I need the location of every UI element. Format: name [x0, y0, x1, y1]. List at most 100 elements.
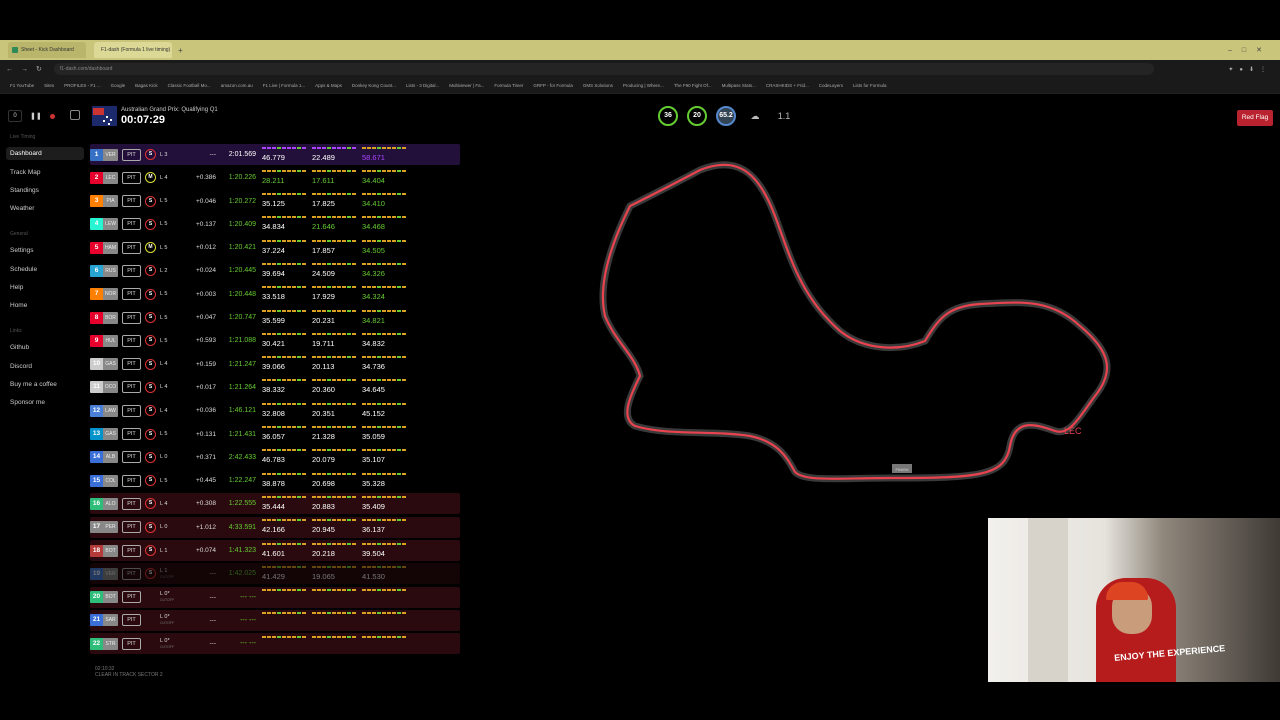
sidebar-item-dashboard[interactable]: Dashboard [6, 147, 84, 160]
bookmark-item[interactable]: F1 Live | Formula 1... [263, 83, 305, 88]
bookmark-item[interactable]: Lists - 3 Digital... [406, 83, 439, 88]
bookmark-item[interactable]: Sites [44, 83, 54, 88]
driver-row[interactable]: 1 VER PIT S L 3 --- 2:01.569 46.779 22.489 58.671 [90, 144, 460, 165]
driver-row[interactable]: 17 PER PIT S L 0 +1.012 4:33.591 42.166 20.945 36… [90, 516, 460, 538]
bookmark-item[interactable]: CodeLayers [819, 83, 843, 88]
bookmark-item[interactable]: GMS Solutions [583, 83, 613, 88]
bookmark-item[interactable]: Multiviewer | Fa... [449, 83, 484, 88]
driver-row[interactable]: 20 BOT PIT L 0* CUTOFF --- --- --- [90, 586, 460, 608]
delay-input[interactable]: 0 [8, 110, 22, 122]
driver-row[interactable]: 4 LEW PIT S L 5 +0.137 1:20.409 34.834 21.646 34.… [90, 214, 460, 235]
gap-interval: +0.017 [195, 383, 216, 391]
sector-2-time: 24.509 [312, 268, 335, 278]
minisector-bar [362, 169, 406, 172]
sidebar-item-weather[interactable]: Weather [6, 202, 84, 215]
sidebar-item-github[interactable]: Github [6, 341, 84, 354]
driver-row[interactable]: 16 ALO PIT S L 4 +0.308 1:22.555 35.444 20.883 35… [90, 493, 460, 515]
position-number: 4 [90, 218, 103, 231]
sidebar-item-sponsor[interactable]: Sponsor me [6, 396, 84, 409]
bookmark-item[interactable]: Formula Timer [494, 83, 523, 88]
driver-row[interactable]: 7 NOR PIT S L 5 +0.003 1:20.448 33.518 17.929 34.… [90, 284, 460, 305]
sector-2-time: 20.698 [312, 478, 335, 488]
sector-2-time: 20.113 [312, 362, 335, 372]
lap-info: L 4 [160, 384, 180, 390]
window-controls[interactable]: –□✕ [1228, 46, 1272, 54]
minisector-bar [362, 449, 406, 452]
driver-row[interactable]: 6 RUS PIT S L 2 +0.024 1:20.445 39.694 24.509 34.… [90, 260, 460, 281]
driver-row[interactable]: 3 PIA PIT S L 5 +0.046 1:20.272 35.125 17.825 34.… [90, 191, 460, 212]
browser-tab-sheet[interactable]: Sheet - Kick Dashboard [8, 42, 86, 58]
bookmark-item[interactable]: The F90 Fight Of... [674, 83, 712, 88]
sidebar-item-schedule[interactable]: Schedule [6, 263, 84, 276]
sidebar-item-home[interactable]: Home [6, 299, 84, 312]
address-bar[interactable]: f1-dash.com/dashboard [53, 63, 1154, 75]
driver-row[interactable]: 22 STR PIT L 0* CUTOFF --- --- --- [90, 633, 460, 655]
driver-row[interactable]: 8 BOR PIT S L 5 +0.047 1:20.747 35.599 20.231 34.… [90, 307, 460, 328]
driver-row[interactable]: 11 OCO PIT S L 4 +0.017 1:21.264 38.332 20.360 34… [90, 377, 460, 398]
lap-info: L 4 [160, 361, 180, 367]
browser-nav-icons[interactable]: ←→↻ [6, 65, 50, 73]
sector-3-time: 35.328 [362, 478, 385, 488]
bookmark-item[interactable]: Apps & Maps [315, 83, 342, 88]
sidebar-item-track-map[interactable]: Track Map [6, 166, 84, 179]
bookmark-item[interactable]: Lists for Formula [853, 83, 887, 88]
driver-row[interactable]: 13 GAS PIT S L 5 +0.131 1:21.431 36.057 21.328 35… [90, 424, 460, 445]
timing-table: 1 VER PIT S L 3 --- 2:01.569 46.779 22.489 58.671… [90, 144, 460, 657]
driver-row[interactable]: 14 ALB PIT S L 0 +0.371 2:42.433 46.783 20.079 35… [90, 447, 460, 468]
driver-row[interactable]: 21 SAR PIT L 0* CUTOFF --- --- --- [90, 609, 460, 631]
bookmark-item[interactable]: Google [111, 83, 126, 88]
position-number: 16 [90, 497, 103, 510]
sector-3-time: 39.504 [362, 548, 385, 558]
lap-count: L 4 [160, 384, 168, 391]
browser-tab-f1dash[interactable]: F1-dash (Formula 1 live timing) [94, 42, 172, 58]
driver-code: LEW [103, 218, 118, 231]
sidebar-item-coffee[interactable]: Buy me a coffee [6, 378, 84, 391]
section-general: General [10, 231, 28, 237]
sector-1-time: 28.211 [262, 175, 285, 185]
tyre-compound-icon: S [145, 475, 156, 487]
bookmark-item[interactable]: F1 YouTube [10, 83, 34, 88]
position-number: 10 [90, 358, 103, 371]
driver-row[interactable]: 18 BOT PIT S L 1 +0.074 1:41.323 41.601 20.218 39… [90, 540, 460, 562]
gap-interval: +1.012 [195, 523, 216, 531]
bookmark-item[interactable]: Producing | Where... [623, 83, 664, 88]
bookmark-item[interactable]: Multipass Stats... [722, 83, 756, 88]
sidebar-item-discord[interactable]: Discord [6, 360, 84, 373]
bookmark-item[interactable]: Donkey Kong Count... [352, 83, 396, 88]
sector-3: 58.671 [362, 145, 406, 165]
sidebar-toggle-icon[interactable] [70, 110, 80, 120]
bookmark-item[interactable]: CRASHKIDS + Frid... [766, 83, 809, 88]
sidebar-item-settings[interactable]: Settings [6, 244, 84, 257]
minisector-bar [362, 216, 406, 219]
minisector-bar [262, 356, 306, 359]
bookmark-item[interactable]: Classic Football Mo... [168, 83, 211, 88]
bookmark-item[interactable]: PROFILES - F1 ... [64, 83, 101, 88]
sector-2-time: 20.945 [312, 525, 335, 535]
bookmark-item[interactable]: GRFP - for Formula [533, 83, 572, 88]
extension-icons[interactable]: ✦●⬇⋮ [1228, 66, 1272, 73]
lap-info: L 2 [160, 268, 180, 274]
sector-2: 17.611 [312, 168, 356, 188]
sidebar-item-help[interactable]: Help [6, 281, 84, 294]
bookmark-item[interactable]: amazon.com.au [221, 83, 253, 88]
rain-icon: ☁ [750, 110, 760, 121]
sidebar-item-standings[interactable]: Standings [6, 184, 84, 197]
driver-row[interactable]: 2 LEC PIT M L 4 +0.386 1:20.226 28.211 17.611 34.… [90, 167, 460, 188]
driver-row[interactable]: 12 LAW PIT S L 4 +0.036 1:46.121 32.808 20.351 45… [90, 400, 460, 421]
bookmark-item[interactable]: Bagas Kick [135, 83, 158, 88]
driver-row[interactable]: 10 GAS PIT S L 4 +0.159 1:21.247 39.066 20.113 34… [90, 354, 460, 375]
new-tab-button[interactable]: + [178, 46, 183, 55]
pause-icon[interactable]: ❚❚ [30, 112, 42, 120]
driver-row[interactable]: 9 HUL PIT S L 5 +0.593 1:21.088 30.421 19.711 34.… [90, 330, 460, 351]
sector-2-time: 17.611 [312, 175, 335, 185]
sector-1-time: 32.808 [262, 408, 285, 418]
sector-2-time: 19.065 [312, 571, 335, 581]
lap-count: L 0 [160, 524, 168, 531]
lap-count: L 4 [160, 500, 168, 507]
tab-label: Sheet - Kick Dashboard [21, 47, 74, 53]
driver-row[interactable]: 5 HAM PIT M L 5 +0.012 1:20.421 37.224 17.857 34.… [90, 237, 460, 258]
driver-row[interactable]: 19 VER PIT S L 1 CUTOFF --- 1:42.025 41.429 19.06… [90, 563, 460, 585]
sector-2: 22.489 [312, 145, 356, 165]
driver-row[interactable]: 15 COL PIT S L 5 +0.445 1:22.247 38.878 20.698 35… [90, 470, 460, 491]
lap-info: L 5 [160, 315, 180, 321]
